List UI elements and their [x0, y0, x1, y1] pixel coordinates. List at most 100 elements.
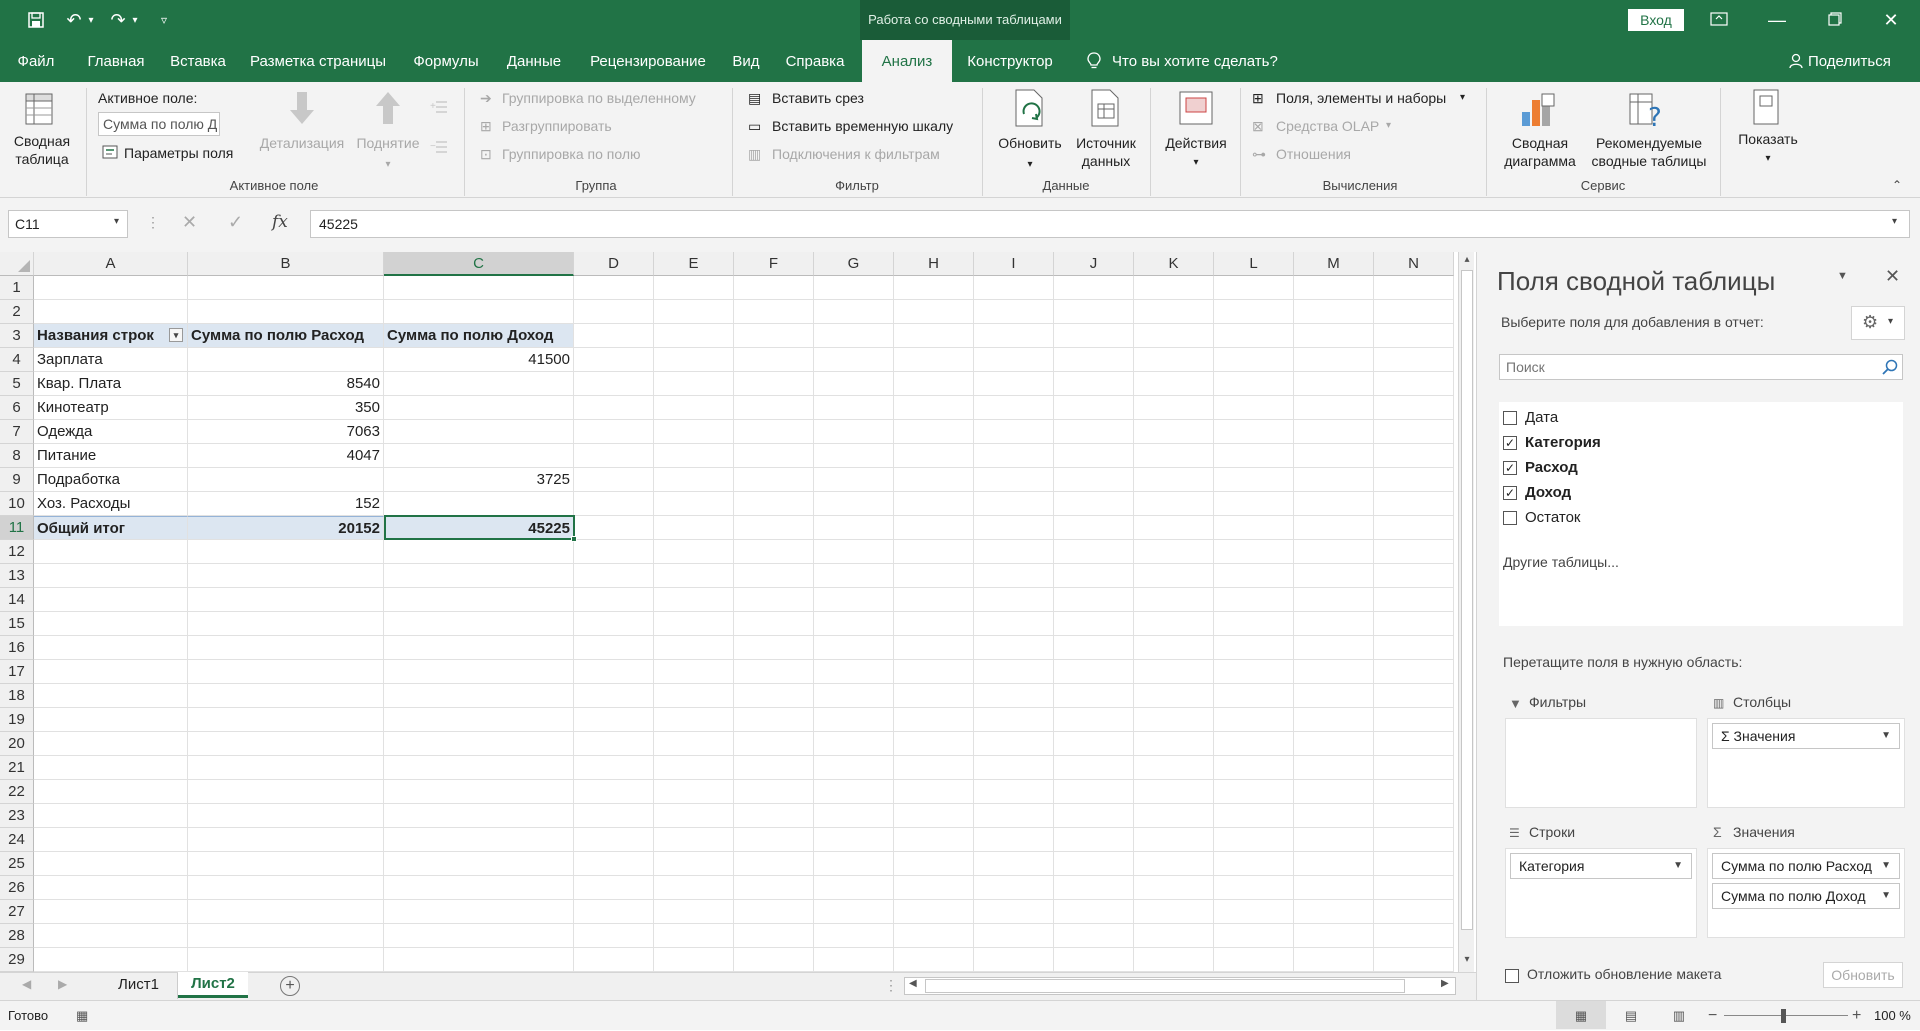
cell[interactable]: [1374, 828, 1454, 852]
cell[interactable]: [1214, 420, 1294, 444]
cell[interactable]: [974, 708, 1054, 732]
cell[interactable]: [814, 684, 894, 708]
cell[interactable]: [654, 612, 734, 636]
pivot-row-label[interactable]: Одежда: [34, 420, 188, 444]
cell[interactable]: [1134, 564, 1214, 588]
formula-input[interactable]: 45225: [310, 210, 1910, 238]
cell[interactable]: [1134, 468, 1214, 492]
zoom-slider-thumb[interactable]: [1781, 1009, 1786, 1023]
customize-qat-icon[interactable]: ▿: [152, 9, 176, 31]
row-header[interactable]: 19: [0, 708, 34, 732]
scroll-up-icon[interactable]: ▴: [1460, 254, 1474, 265]
cell[interactable]: [1214, 348, 1294, 372]
cell[interactable]: [654, 444, 734, 468]
cell[interactable]: [1054, 348, 1134, 372]
row-header[interactable]: 15: [0, 612, 34, 636]
cell[interactable]: [814, 300, 894, 324]
cell[interactable]: [894, 948, 974, 972]
cell[interactable]: [384, 804, 574, 828]
cell[interactable]: [188, 900, 384, 924]
cell[interactable]: [574, 324, 654, 348]
cell[interactable]: [1374, 804, 1454, 828]
cell[interactable]: [654, 324, 734, 348]
cell[interactable]: [34, 756, 188, 780]
cell[interactable]: [894, 780, 974, 804]
cell[interactable]: [1054, 852, 1134, 876]
defer-update-checkbox[interactable]: [1505, 969, 1519, 983]
cell[interactable]: [814, 324, 894, 348]
columns-drop-area[interactable]: Σ Значения ▼: [1707, 718, 1905, 808]
cell[interactable]: [734, 396, 814, 420]
row-header[interactable]: 12: [0, 540, 34, 564]
cell[interactable]: [34, 708, 188, 732]
row-header[interactable]: 17: [0, 660, 34, 684]
cell[interactable]: [734, 276, 814, 300]
cell[interactable]: [1294, 780, 1374, 804]
cell[interactable]: [1374, 420, 1454, 444]
cell[interactable]: [1214, 372, 1294, 396]
cell[interactable]: [814, 492, 894, 516]
cell[interactable]: [1294, 444, 1374, 468]
sheet-tab-2[interactable]: Лист2: [178, 972, 248, 998]
cell[interactable]: [734, 756, 814, 780]
row-header[interactable]: 24: [0, 828, 34, 852]
cell[interactable]: [814, 900, 894, 924]
cell[interactable]: [1054, 420, 1134, 444]
cell[interactable]: [814, 876, 894, 900]
cell[interactable]: [974, 612, 1054, 636]
row-header[interactable]: 4: [0, 348, 34, 372]
cell[interactable]: [734, 660, 814, 684]
cell[interactable]: [188, 612, 384, 636]
cell[interactable]: [974, 876, 1054, 900]
cell[interactable]: [1134, 660, 1214, 684]
cell[interactable]: [1134, 492, 1214, 516]
cell[interactable]: [1054, 324, 1134, 348]
values-item-income[interactable]: Сумма по полю Доход ▼: [1712, 883, 1900, 909]
cell[interactable]: [574, 828, 654, 852]
cell[interactable]: [574, 588, 654, 612]
insert-timeline-button[interactable]: Вставить временную шкалу: [772, 114, 953, 138]
field-checkbox[interactable]: [1503, 411, 1517, 425]
row-header[interactable]: 8: [0, 444, 34, 468]
restore-icon[interactable]: [1806, 0, 1864, 40]
cell[interactable]: [1294, 516, 1374, 540]
cell[interactable]: [654, 492, 734, 516]
cell[interactable]: [654, 852, 734, 876]
cell[interactable]: [814, 732, 894, 756]
cell[interactable]: [384, 948, 574, 972]
cell[interactable]: [574, 348, 654, 372]
cell[interactable]: [574, 540, 654, 564]
cell[interactable]: [1214, 732, 1294, 756]
recommended-pivots-button[interactable]: Рекомендуемые сводные таблицы: [1584, 134, 1714, 170]
cell[interactable]: [654, 276, 734, 300]
cell[interactable]: [1214, 396, 1294, 420]
cell[interactable]: [188, 948, 384, 972]
column-header[interactable]: C: [384, 252, 574, 276]
row-header[interactable]: 6: [0, 396, 34, 420]
cell[interactable]: [1134, 324, 1214, 348]
cell[interactable]: [574, 516, 654, 540]
cell[interactable]: [654, 924, 734, 948]
cell[interactable]: [1214, 756, 1294, 780]
cell[interactable]: [974, 636, 1054, 660]
pane-options-dropdown-icon[interactable]: ▼: [1837, 270, 1848, 282]
ribbon-display-options-icon[interactable]: [1690, 0, 1748, 40]
columns-values-item[interactable]: Σ Значения ▼: [1712, 723, 1900, 749]
row-header[interactable]: 28: [0, 924, 34, 948]
cell[interactable]: [814, 924, 894, 948]
vertical-scrollbar[interactable]: ▴ ▾: [1458, 252, 1474, 972]
cell[interactable]: [1214, 636, 1294, 660]
cell[interactable]: [894, 324, 974, 348]
cell[interactable]: [974, 900, 1054, 924]
cell[interactable]: [384, 780, 574, 804]
cell[interactable]: [1374, 636, 1454, 660]
column-header[interactable]: D: [574, 252, 654, 276]
cell[interactable]: [1294, 276, 1374, 300]
row-header[interactable]: 5: [0, 372, 34, 396]
cell[interactable]: [384, 588, 574, 612]
cell[interactable]: [1294, 756, 1374, 780]
cell[interactable]: [1054, 372, 1134, 396]
cell[interactable]: [1294, 900, 1374, 924]
tab-formulas[interactable]: Формулы: [404, 40, 488, 82]
cell[interactable]: [1374, 348, 1454, 372]
